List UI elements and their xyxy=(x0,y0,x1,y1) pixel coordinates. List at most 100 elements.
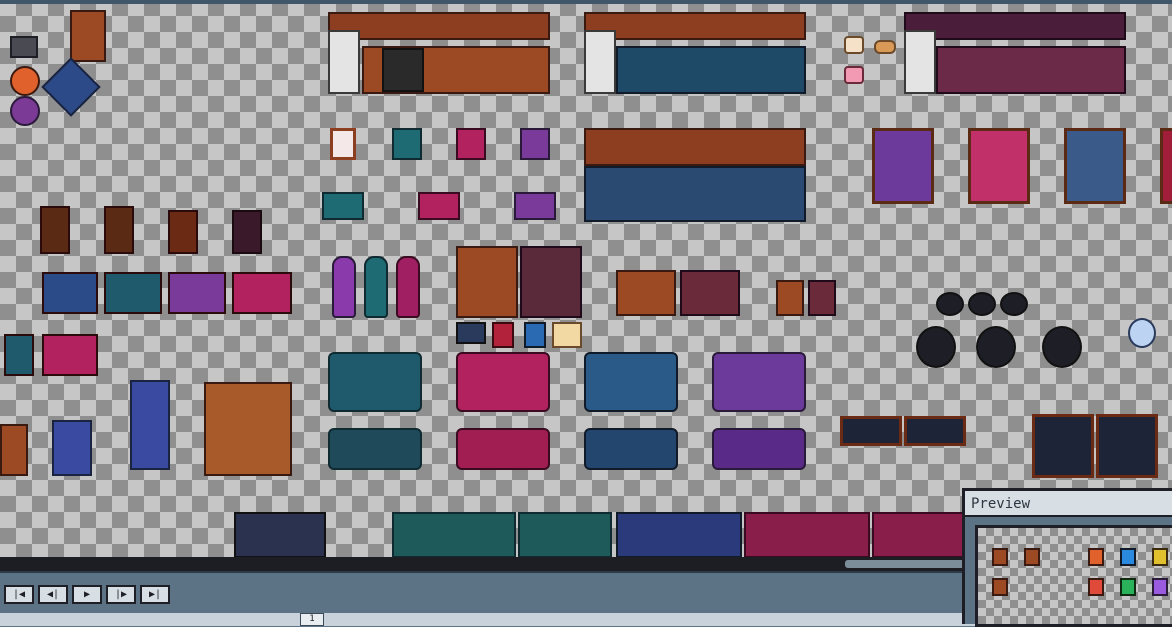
fridge-sprite-2[interactable] xyxy=(584,30,616,94)
constellation-painting-2[interactable] xyxy=(1096,414,1158,478)
small-chair-blue[interactable] xyxy=(42,272,98,314)
last-frame-button[interactable]: ▶| xyxy=(140,585,170,604)
teal-magic-carpet-2[interactable] xyxy=(518,512,612,557)
teal-magic-carpet-1[interactable] xyxy=(392,512,516,557)
magenta-armchair-sofa[interactable] xyxy=(456,352,550,412)
frame-number-cell[interactable]: 1 xyxy=(300,613,324,626)
cauldron-blue[interactable] xyxy=(1042,326,1082,368)
stove-sprite[interactable] xyxy=(382,48,424,92)
preview-title[interactable]: Preview xyxy=(965,491,1172,517)
plum-stool-sprite[interactable] xyxy=(808,280,836,316)
purple-chair-sprite[interactable] xyxy=(40,206,70,254)
preview-mug-sprite xyxy=(992,578,1008,596)
preview-potion-sprite xyxy=(1088,548,1104,566)
wood-chair-sprite[interactable] xyxy=(168,210,198,254)
bookshelf-wood[interactable] xyxy=(456,246,518,318)
magenta-couch[interactable] xyxy=(456,428,550,470)
preview-potion-sprite xyxy=(1120,578,1136,596)
small-chair-left-1[interactable] xyxy=(4,334,34,376)
magenta-bed-sprite[interactable] xyxy=(968,128,1030,204)
constellation-painting-1[interactable] xyxy=(1032,414,1094,478)
purple-floor-lamp[interactable] xyxy=(332,256,356,318)
wood-plank-table[interactable] xyxy=(204,382,292,476)
kitchen-upper-cabinets-4[interactable] xyxy=(584,128,806,166)
blue-couch[interactable] xyxy=(584,428,678,470)
play-button[interactable]: ▶ xyxy=(72,585,102,604)
small-cauldron-green[interactable] xyxy=(968,292,996,316)
plum-chair-sprite[interactable] xyxy=(232,210,262,254)
purple-curtain-wide[interactable] xyxy=(514,192,556,220)
starry-stool[interactable] xyxy=(52,420,92,476)
magenta-curtain-wide[interactable] xyxy=(418,192,460,220)
blue-book[interactable] xyxy=(524,322,546,348)
kitchen-upper-cabinets-2[interactable] xyxy=(584,12,806,40)
small-chair-teal[interactable] xyxy=(104,272,162,314)
canvas-top-border xyxy=(0,0,1172,4)
small-chair-magenta[interactable] xyxy=(232,272,292,314)
small-cauldron-red[interactable] xyxy=(936,292,964,316)
books-row[interactable] xyxy=(456,322,486,344)
red-book[interactable] xyxy=(492,322,514,348)
preview-mug-sprite xyxy=(992,548,1008,566)
plum-desk-sprite[interactable] xyxy=(680,270,740,316)
wood-stool-sprite[interactable] xyxy=(776,280,804,316)
scrollbar-thumb[interactable] xyxy=(845,560,965,568)
ladder-sprite[interactable] xyxy=(70,10,106,62)
small-cauldron-blue[interactable] xyxy=(1000,292,1028,316)
bookshelf-plum[interactable] xyxy=(520,246,582,318)
magenta-floor-lamp[interactable] xyxy=(396,256,420,318)
magenta-magic-carpet-2[interactable] xyxy=(872,512,964,557)
teal-armchair-sofa[interactable] xyxy=(328,352,422,412)
blue-diamond-rug-sprite[interactable] xyxy=(41,57,101,117)
orange-round-rug-sprite[interactable] xyxy=(10,66,40,96)
previous-frame-button[interactable]: ◀| xyxy=(38,585,68,604)
red-bed-partial[interactable] xyxy=(1160,128,1172,204)
teal-curtain-window[interactable] xyxy=(392,128,422,160)
window-sprite[interactable] xyxy=(330,128,356,160)
navy-magic-carpet[interactable] xyxy=(616,512,742,557)
teal-curtain-wide[interactable] xyxy=(322,192,364,220)
small-chair-purple[interactable] xyxy=(168,272,226,314)
blue-bed-sprite[interactable] xyxy=(1064,128,1126,204)
fridge-sprite-3[interactable] xyxy=(904,30,936,94)
starry-painting-wide-1[interactable] xyxy=(840,416,902,446)
kitchen-upper-cabinets[interactable] xyxy=(328,12,550,40)
preview-canvas[interactable] xyxy=(975,525,1172,627)
purple-bed-sprite[interactable] xyxy=(872,128,934,204)
first-frame-button[interactable]: |◀ xyxy=(4,585,34,604)
cauldron-red[interactable] xyxy=(916,326,956,368)
purple-armchair-sofa[interactable] xyxy=(712,352,806,412)
next-frame-button[interactable]: |▶ xyxy=(106,585,136,604)
pink-cake-sprite[interactable] xyxy=(844,66,864,84)
starry-table-tall[interactable] xyxy=(130,380,170,470)
wood-desk-sprite[interactable] xyxy=(616,270,676,316)
magenta-curtain-window[interactable] xyxy=(456,128,486,160)
purple-curtain-window[interactable] xyxy=(520,128,550,160)
small-chair-left-2[interactable] xyxy=(42,334,98,376)
cauldron-green[interactable] xyxy=(976,326,1016,368)
open-book[interactable] xyxy=(552,322,582,348)
sprite-canvas[interactable] xyxy=(0,0,1172,557)
kitchen-plum-counter[interactable] xyxy=(936,46,1126,94)
preview-potion-sprite xyxy=(1088,578,1104,596)
kitchen-upper-cabinets-3[interactable] xyxy=(904,12,1126,40)
cake-sprite[interactable] xyxy=(844,36,864,54)
navy-rug[interactable] xyxy=(234,512,326,557)
preview-potion-sprite xyxy=(1152,548,1168,566)
teal-floor-lamp[interactable] xyxy=(364,256,388,318)
magenta-chair-sprite[interactable] xyxy=(104,206,134,254)
starry-painting-wide-2[interactable] xyxy=(904,416,966,446)
teal-couch[interactable] xyxy=(328,428,422,470)
gray-box-sprite[interactable] xyxy=(10,36,38,58)
fridge-sprite[interactable] xyxy=(328,30,360,94)
blue-armchair-sofa[interactable] xyxy=(584,352,678,412)
purple-couch[interactable] xyxy=(712,428,806,470)
bread-sprite[interactable] xyxy=(874,40,896,54)
purple-round-rug-sprite[interactable] xyxy=(10,96,40,126)
magenta-magic-carpet-1[interactable] xyxy=(744,512,870,557)
kitchen-blue-counter[interactable] xyxy=(584,166,806,222)
preview-potion-sprite xyxy=(1120,548,1136,566)
kitchen-teal-counter[interactable] xyxy=(616,46,806,94)
crystal-ball-sprite[interactable] xyxy=(1128,318,1156,348)
wood-crate-left[interactable] xyxy=(0,424,28,476)
